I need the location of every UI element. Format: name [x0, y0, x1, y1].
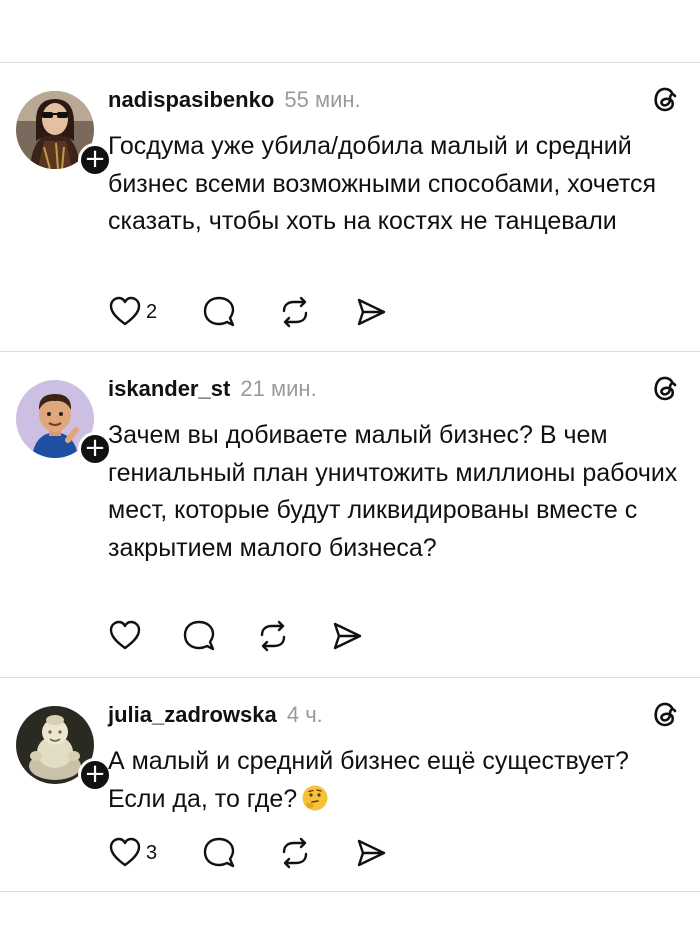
repost-button[interactable]	[278, 836, 312, 872]
send-icon	[357, 298, 386, 326]
like-button[interactable]: 2	[108, 295, 157, 331]
divider	[0, 62, 700, 63]
like-count: 3	[146, 842, 158, 864]
divider	[0, 891, 700, 892]
heart-icon	[109, 620, 141, 650]
follow-plus-icon[interactable]: +	[78, 758, 112, 792]
repost-icon	[282, 837, 308, 869]
username[interactable]: nadispasibenko	[108, 87, 274, 112]
post-text-content: А малый и средний бизнес ещё существует?…	[108, 747, 629, 813]
post-meta: iskander_st 21 мин.	[108, 376, 317, 402]
heart-icon	[109, 296, 141, 326]
share-button[interactable]	[354, 836, 388, 872]
divider	[0, 677, 700, 678]
post-time: 55 мин.	[284, 87, 361, 112]
post-meta: julia_zadrowska 4 ч.	[108, 702, 323, 728]
reply-button[interactable]	[182, 619, 216, 655]
repost-button[interactable]	[278, 295, 312, 331]
reply-button[interactable]	[202, 295, 236, 331]
repost-icon	[282, 296, 308, 328]
post-text: Госдума уже убила/добила малый и средний…	[108, 132, 657, 235]
comment-icon	[183, 620, 215, 651]
avatar[interactable]: +	[16, 91, 112, 177]
share-button[interactable]	[354, 295, 388, 331]
username[interactable]: iskander_st	[108, 376, 230, 401]
username[interactable]: julia_zadrowska	[108, 702, 277, 727]
send-icon	[333, 622, 362, 650]
comment-icon	[203, 296, 235, 327]
like-count: 2	[146, 301, 158, 323]
heart-icon	[109, 837, 141, 867]
thinking-face-emoji-icon	[301, 784, 329, 812]
like-button[interactable]: 3	[108, 836, 157, 872]
repost-icon	[260, 620, 286, 652]
threads-logo-icon[interactable]	[647, 81, 683, 117]
comment-icon	[203, 837, 235, 868]
threads-logo-icon[interactable]	[647, 696, 683, 732]
follow-plus-icon[interactable]: +	[78, 432, 112, 466]
divider	[0, 351, 700, 352]
follow-plus-icon[interactable]: +	[78, 143, 112, 177]
post-text: Зачем вы добиваете малый бизнес? В чем г…	[108, 421, 678, 562]
share-button[interactable]	[330, 619, 364, 655]
repost-button[interactable]	[256, 619, 290, 655]
post-time: 21 мин.	[240, 376, 317, 401]
avatar[interactable]: +	[16, 706, 112, 792]
send-icon	[357, 839, 386, 867]
threads-logo-icon[interactable]	[647, 370, 683, 406]
post-meta: nadispasibenko 55 мин.	[108, 87, 361, 113]
reply-button[interactable]	[202, 836, 236, 872]
post-text: А малый и средний бизнес ещё существует?…	[108, 743, 683, 818]
post-time: 4 ч.	[286, 702, 323, 727]
like-button[interactable]	[108, 619, 142, 655]
avatar[interactable]: +	[16, 380, 112, 466]
